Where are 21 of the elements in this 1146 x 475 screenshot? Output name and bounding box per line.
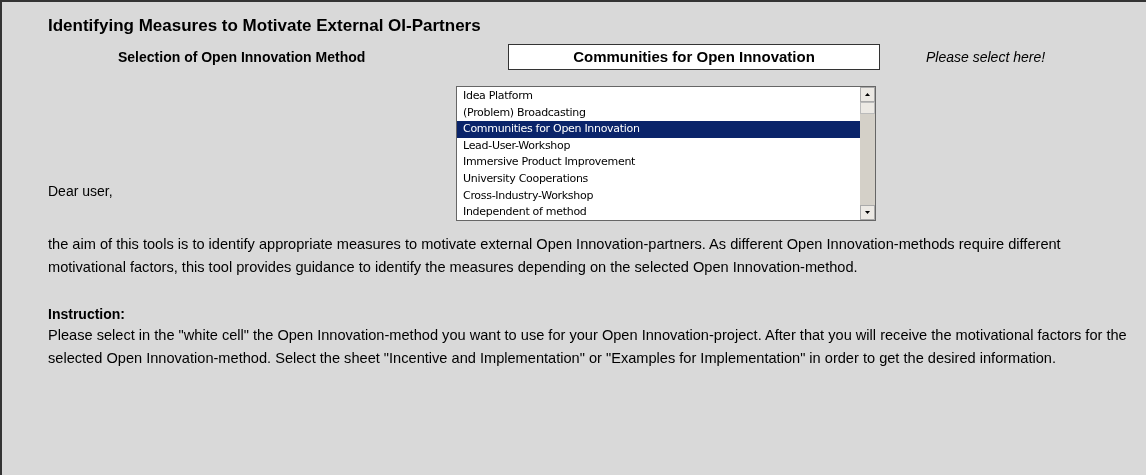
scrollbar[interactable]: [860, 87, 875, 220]
scroll-down-icon[interactable]: [860, 205, 875, 220]
dropdown-option[interactable]: Lead-User-Workshop: [457, 137, 860, 155]
dropdown-option[interactable]: Independent of method: [457, 204, 860, 221]
dropdown-option[interactable]: University Cooperations: [457, 170, 860, 188]
dropdown-option[interactable]: Immersive Product Improvement: [457, 154, 860, 171]
instruction-heading: Instruction:: [48, 306, 126, 322]
scroll-up-icon[interactable]: [860, 87, 875, 102]
scrollbar-thumb[interactable]: [860, 102, 875, 114]
dropdown-option[interactable]: (Problem) Broadcasting: [457, 104, 860, 122]
method-dropdown-list[interactable]: Idea Platform (Problem) Broadcasting Communities for Open Innovation Lead-User-Workshop Immersive Product Improvement University Cooperations Cross-Industry-Workshop Independent of method: [456, 86, 876, 221]
dropdown-option[interactable]: Idea Platform: [457, 88, 860, 105]
intro-paragraph: the aim of this tools is to identify appropriate measures to motivate external Open Innovation-partners. As different Open Innovation-methods require different motivational factors, this tool provides guidance to identify the measures depending on the selected Open Innovation-method.: [48, 235, 1062, 277]
sheet-title: Identifying Measures to Motivate External OI-Partners: [48, 16, 482, 37]
dropdown-option[interactable]: Cross-Industry-Workshop: [457, 187, 860, 205]
selection-hint: Please select here!: [926, 49, 1046, 65]
instruction-paragraph: Please select in the "white cell" the Open Innovation-method you want to use for your Open Innovation-project. After that you will receive the motivational factors for the selected Open Innovation-method. Select the sheet "Incentive and Implementation" or "Examples for Implementation" in order to get the desired information.: [48, 326, 1128, 368]
greeting-text: Dear user,: [48, 183, 114, 201]
method-cell[interactable]: Communities for Open Innovation: [508, 44, 880, 70]
dropdown-option[interactable]: Communities for Open Innovation: [457, 121, 860, 138]
selection-label: Selection of Open Innovation Method: [118, 49, 367, 65]
